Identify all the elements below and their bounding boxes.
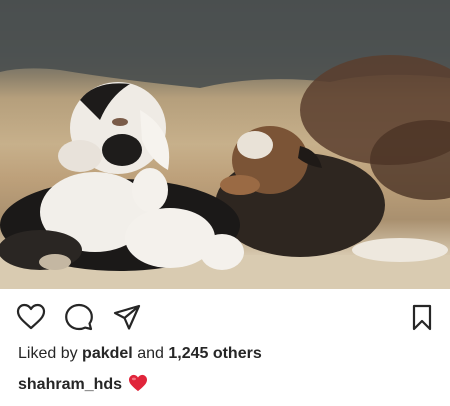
likes-conjunction: and (137, 345, 164, 362)
paper-plane-icon[interactable] (112, 302, 142, 332)
post-photo[interactable] (0, 0, 450, 289)
bookmark-icon[interactable] (407, 302, 437, 332)
post-caption: shahram_hds (18, 374, 148, 396)
red-heart-emoji-icon (128, 374, 148, 392)
liked-by-user-link[interactable]: pakdel (82, 345, 133, 362)
post-action-bar (0, 289, 450, 341)
likes-summary: Liked by pakdel and 1,245 others (18, 344, 262, 364)
likes-prefix: Liked by (18, 345, 78, 362)
comment-bubble-icon[interactable] (64, 302, 94, 332)
heart-outline-icon[interactable] (16, 302, 46, 332)
likes-count-link[interactable]: 1,245 others (168, 345, 261, 362)
caption-username-link[interactable]: shahram_hds (18, 376, 122, 393)
